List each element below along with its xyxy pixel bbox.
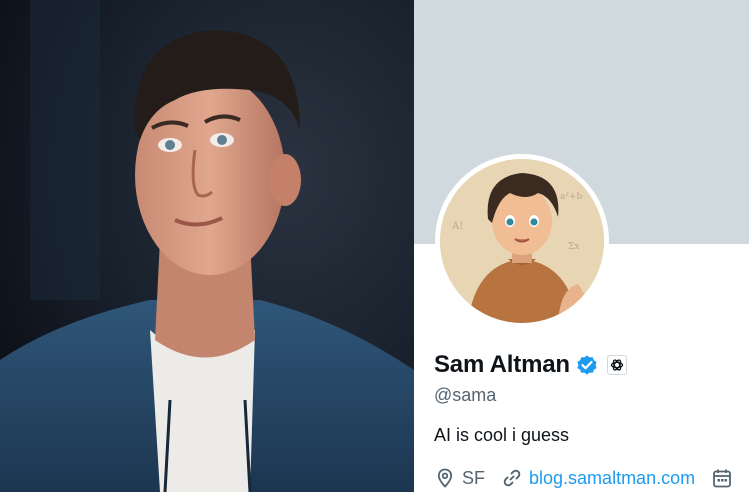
name-row: Sam Altman bbox=[434, 349, 627, 381]
link-icon bbox=[501, 467, 523, 489]
calendar-icon bbox=[711, 467, 733, 489]
avatar[interactable]: A! a²+b Σx bbox=[440, 159, 604, 323]
website-link[interactable]: blog.samaltman.com bbox=[529, 468, 695, 489]
avatar-illustration: A! a²+b Σx bbox=[440, 159, 604, 323]
svg-text:Σx: Σx bbox=[568, 242, 579, 252]
profile-photo bbox=[0, 0, 414, 492]
user-handle: @sama bbox=[434, 385, 497, 405]
avatar-frame[interactable]: A! a²+b Σx bbox=[435, 154, 609, 328]
svg-text:A!: A! bbox=[451, 221, 463, 232]
profile-card: A! a²+b Σx Sam Altman @sama AI is cool i… bbox=[414, 0, 749, 492]
website-item[interactable]: blog.samaltman.com bbox=[501, 467, 695, 489]
verified-badge-icon[interactable] bbox=[575, 353, 599, 377]
photo-illustration bbox=[0, 0, 414, 492]
profile-bio: AI is cool i guess bbox=[434, 425, 570, 445]
location-item: SF bbox=[434, 467, 485, 489]
location-pin-icon bbox=[434, 467, 456, 489]
location-text: SF bbox=[462, 467, 486, 488]
joined-item bbox=[711, 467, 739, 489]
display-name: Sam Altman bbox=[434, 351, 570, 378]
svg-text:a²+b: a²+b bbox=[560, 192, 583, 202]
profile-meta: SF blog.samaltman.com bbox=[434, 465, 739, 491]
openai-logo-icon[interactable] bbox=[606, 355, 627, 375]
